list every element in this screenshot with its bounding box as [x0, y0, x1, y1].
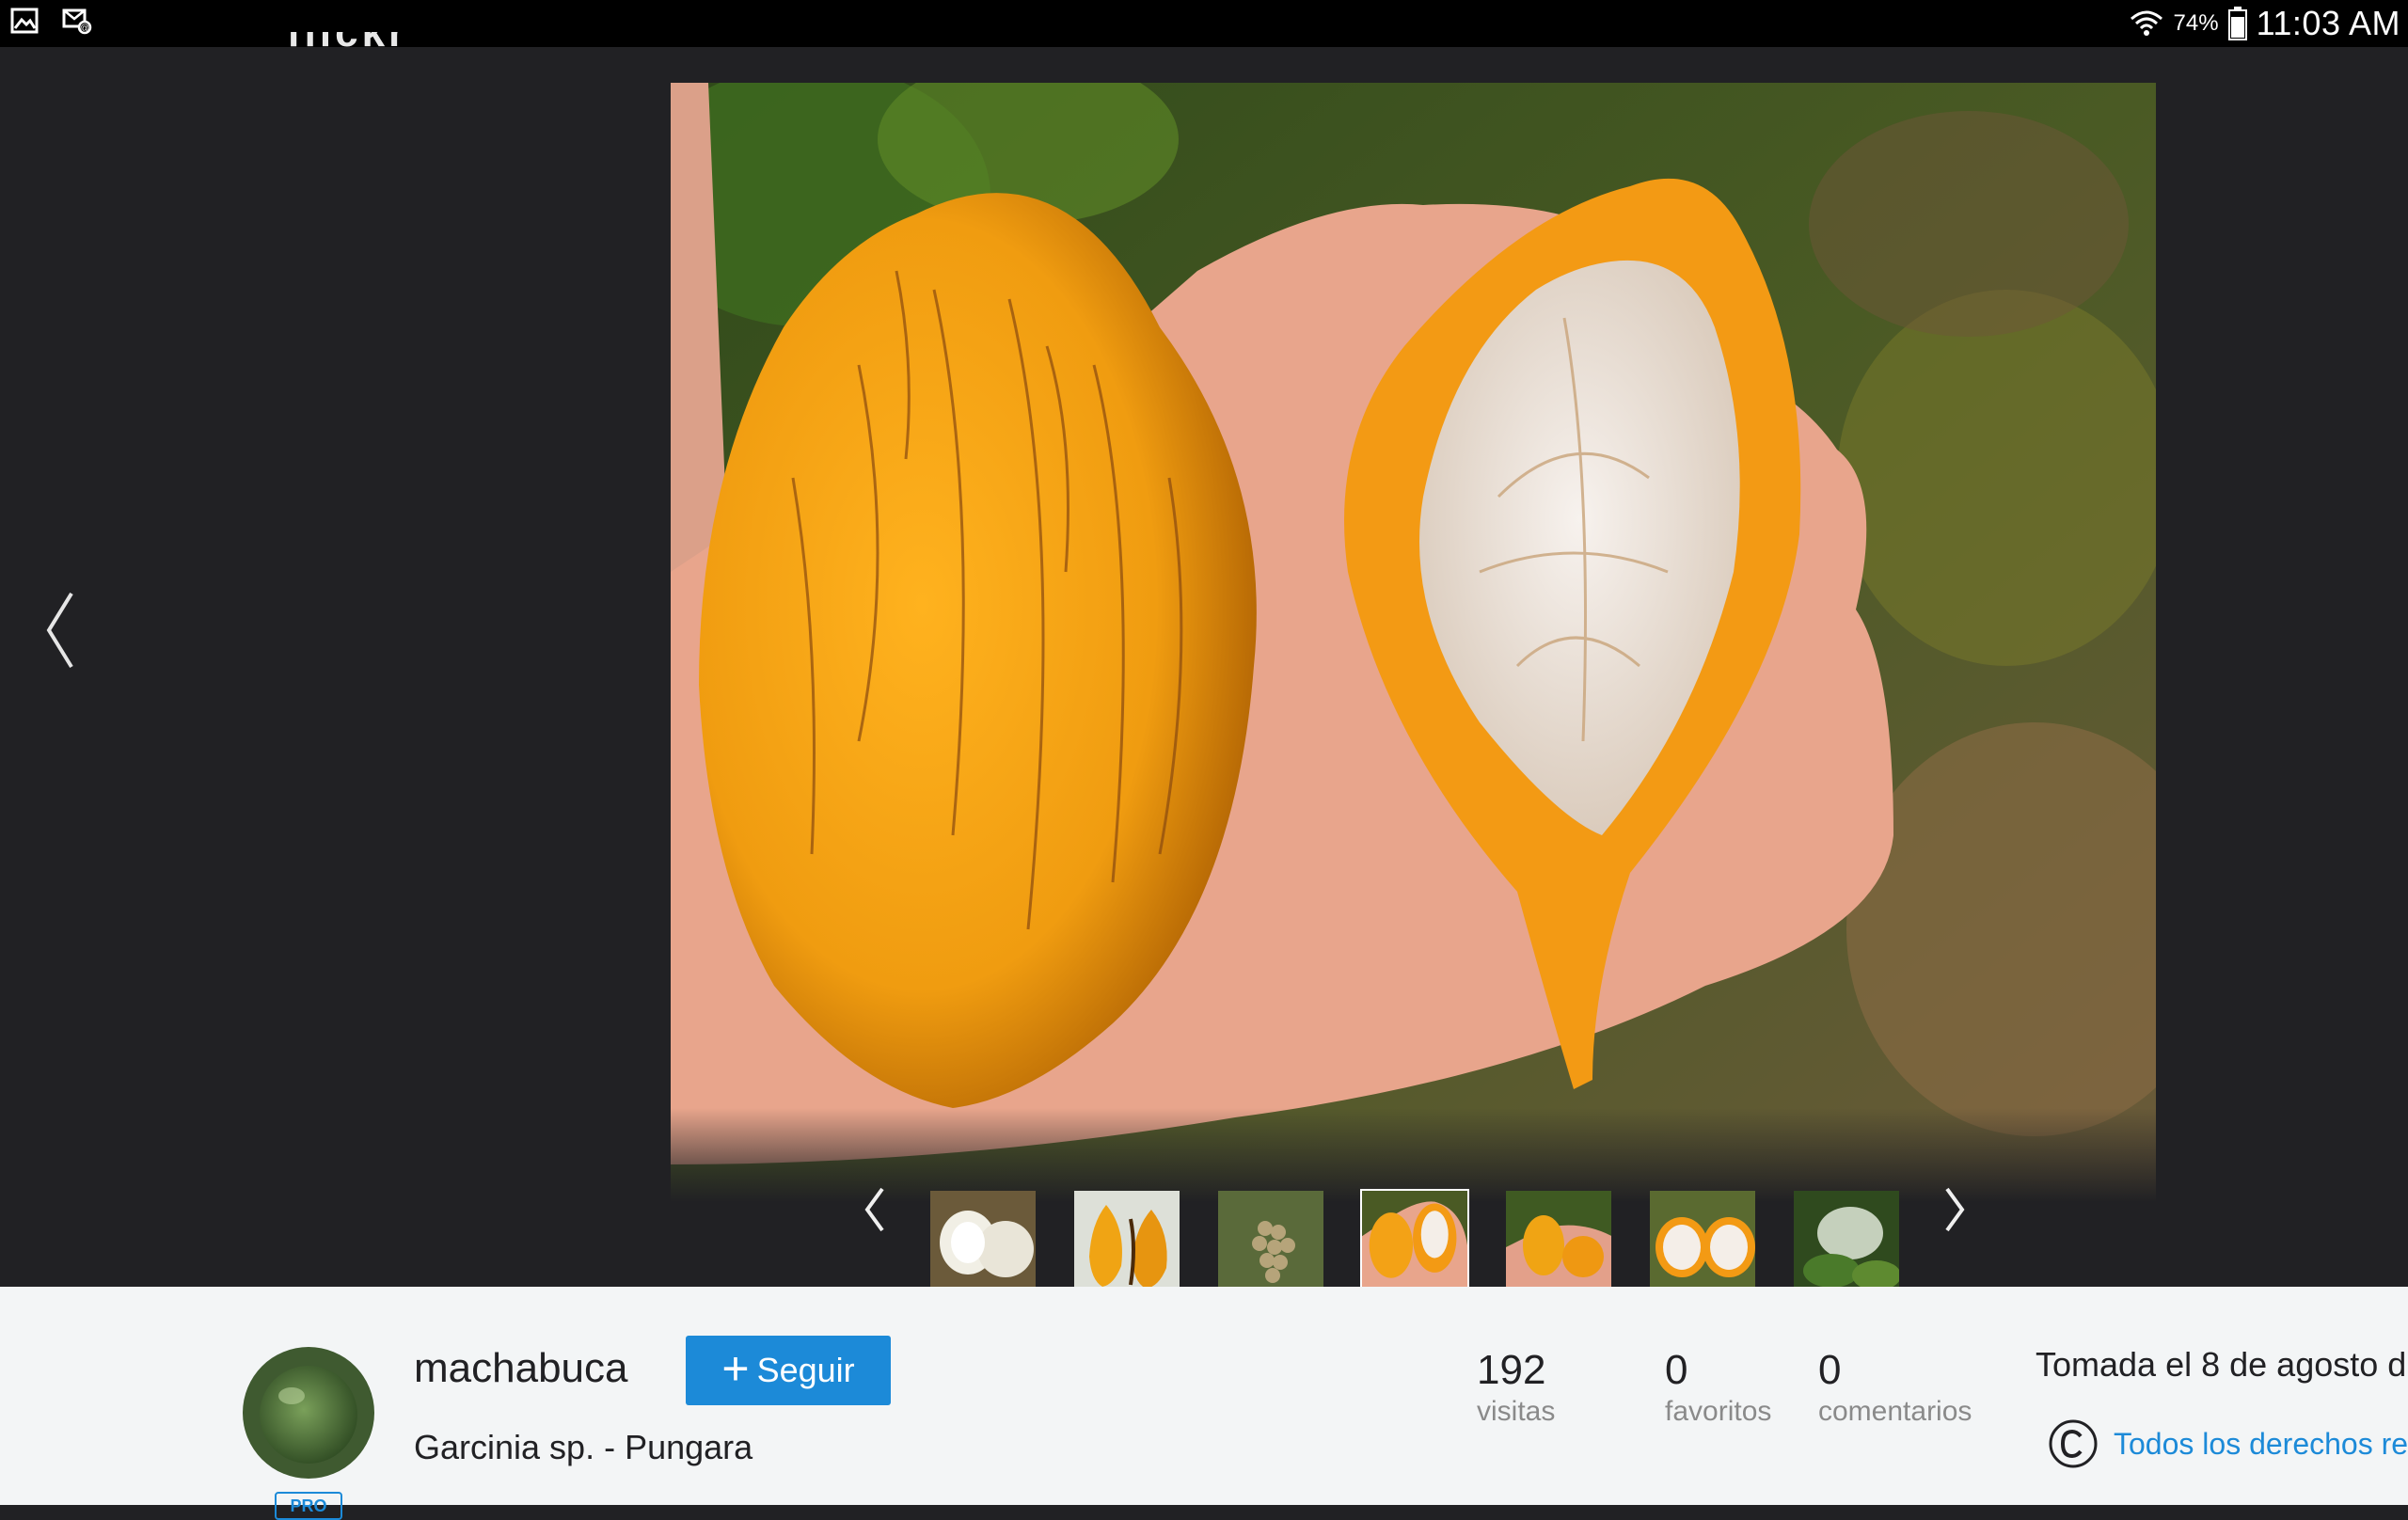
- views-label: visitas: [1477, 1396, 1556, 1427]
- taken-date: Tomada el 8 de agosto d: [2036, 1345, 2407, 1384]
- follow-label: Seguir: [756, 1351, 855, 1389]
- filmstrip-prev-icon[interactable]: [858, 1181, 892, 1238]
- comments-label: comentarios: [1818, 1396, 1972, 1427]
- favorites-stat: 0 favoritos: [1665, 1347, 1771, 1428]
- views-stat: 192 visitas: [1477, 1347, 1555, 1428]
- wifi-icon: [2130, 10, 2162, 36]
- follow-button[interactable]: + Seguir: [686, 1336, 891, 1405]
- main-photo[interactable]: [671, 83, 2156, 1202]
- pro-badge: PRO: [275, 1492, 342, 1520]
- views-count: 192: [1477, 1347, 1546, 1393]
- battery-percentage: 74%: [2173, 10, 2219, 36]
- photo-viewer: [0, 47, 2408, 1298]
- thumbnail-active[interactable]: [1360, 1189, 1469, 1298]
- comments-stat: 0 comentarios: [1818, 1347, 1972, 1428]
- filmstrip: [658, 1136, 2163, 1298]
- license-text: Todos los derechos re: [2114, 1426, 2408, 1461]
- plus-icon: +: [721, 1342, 750, 1395]
- clock: 11:03 AM: [2256, 4, 2400, 42]
- gallery-icon: [10, 8, 39, 34]
- thumbnail[interactable]: [928, 1189, 1038, 1298]
- chevron-left-icon[interactable]: [38, 588, 85, 673]
- license-link[interactable]: Todos los derechos re: [2048, 1418, 2408, 1469]
- thumbnail[interactable]: [1792, 1189, 1901, 1298]
- comments-count: 0: [1818, 1347, 1842, 1393]
- username[interactable]: machabuca: [414, 1345, 627, 1392]
- thumbnail[interactable]: [1648, 1189, 1757, 1298]
- thumbnail[interactable]: [1072, 1189, 1181, 1298]
- copyright-icon: [2049, 1419, 2098, 1468]
- avatar[interactable]: [243, 1347, 374, 1479]
- filmstrip-next-icon[interactable]: [1938, 1181, 1972, 1238]
- thumbnail[interactable]: [1504, 1189, 1613, 1298]
- thumbnail[interactable]: [1216, 1189, 1325, 1298]
- photo-info-panel: PRO machabuca + Seguir Garcinia sp. - Pu…: [0, 1287, 2408, 1520]
- battery-icon: [2227, 7, 2247, 40]
- favorites-count: 0: [1665, 1347, 1688, 1393]
- svg-text:@: @: [80, 24, 89, 34]
- email-icon: @: [62, 8, 92, 35]
- photo-title: Garcinia sp. - Pungara: [414, 1428, 753, 1466]
- favorites-label: favoritos: [1665, 1396, 1772, 1427]
